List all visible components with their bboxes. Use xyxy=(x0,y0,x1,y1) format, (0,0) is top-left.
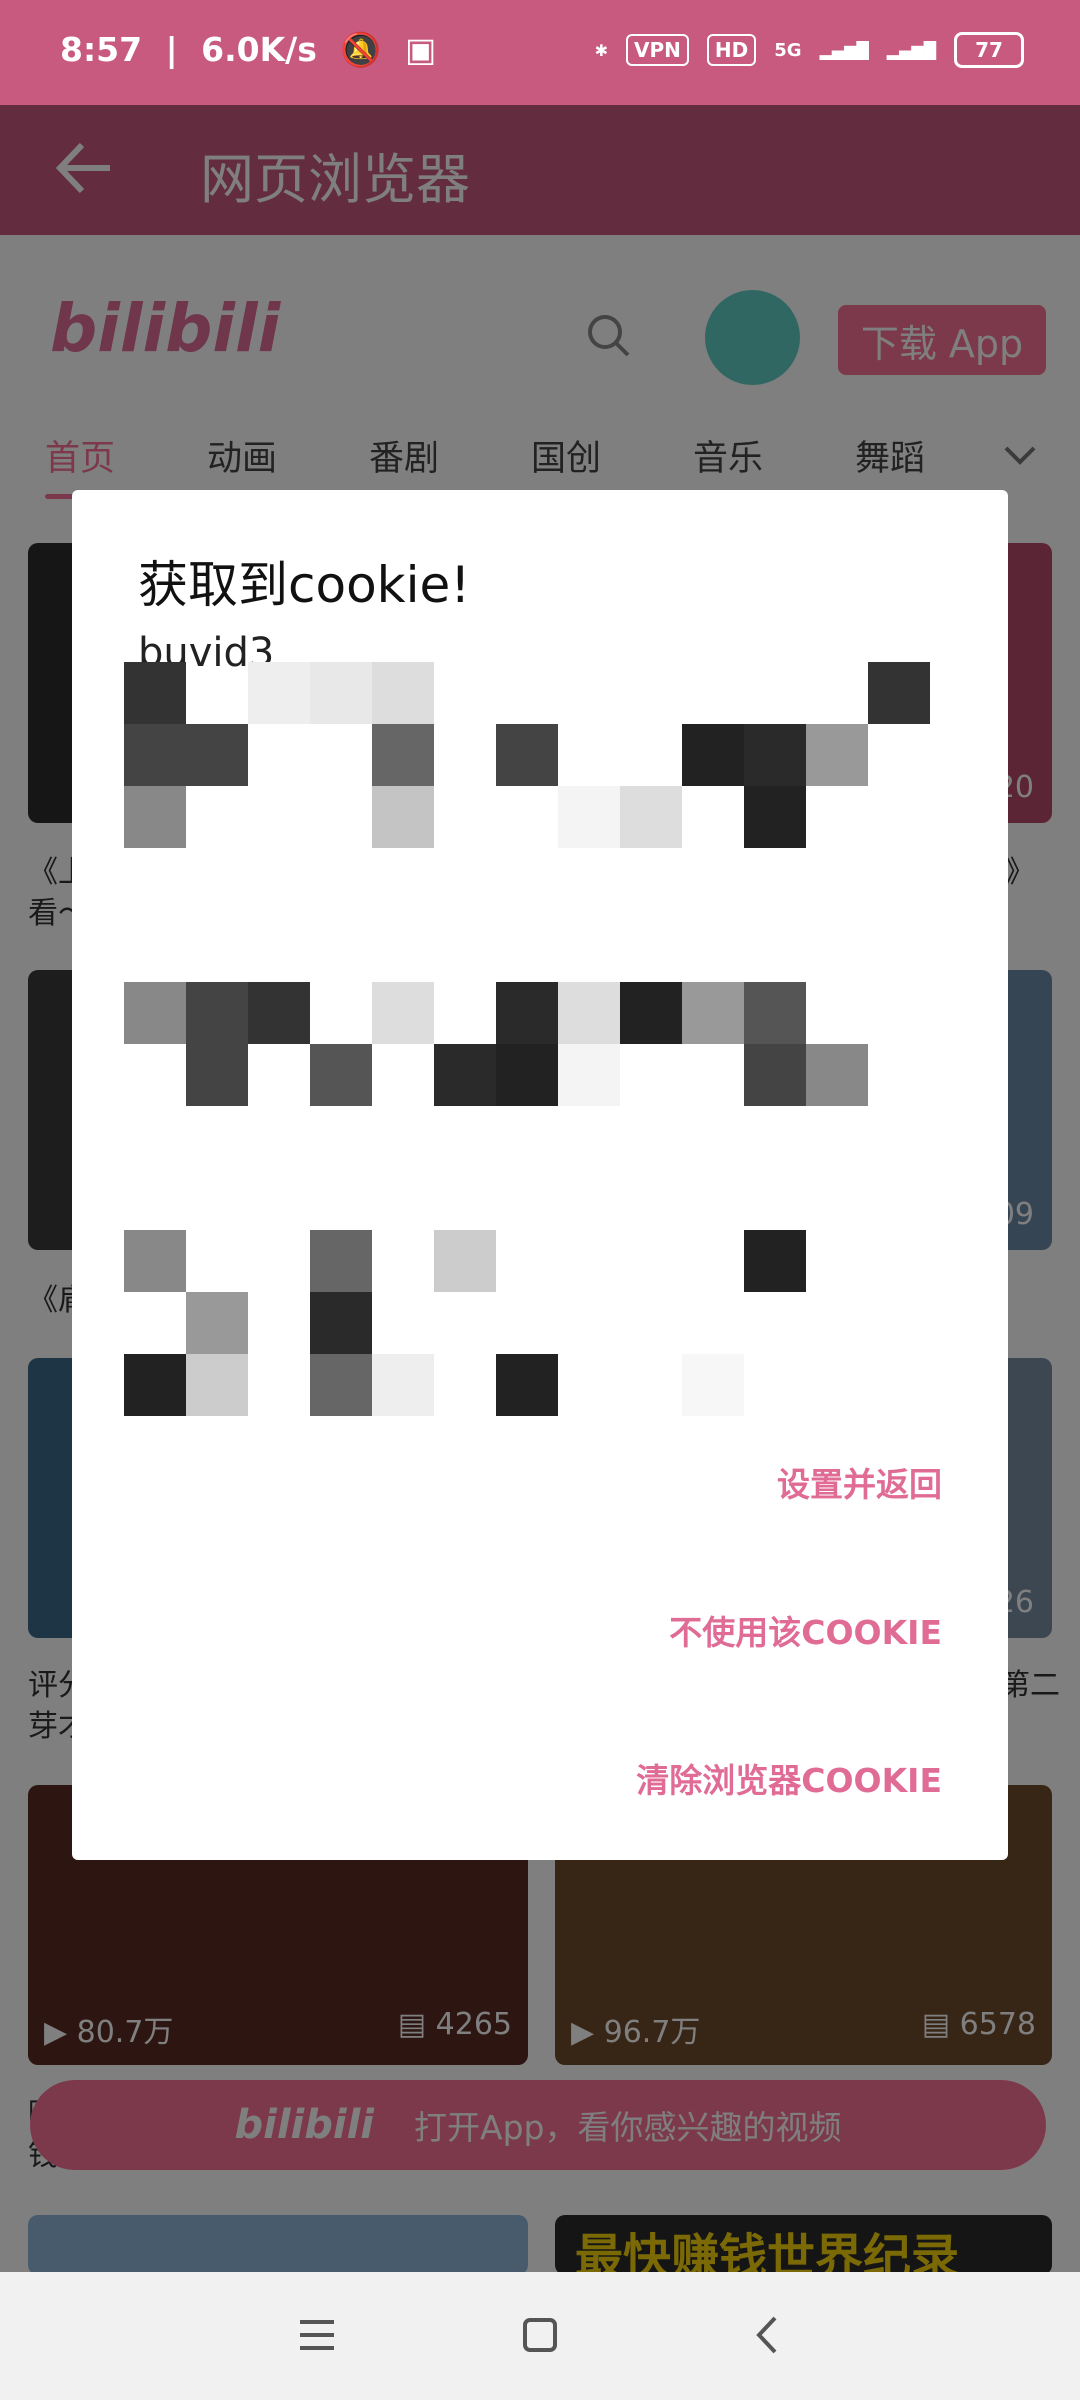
home-icon[interactable] xyxy=(517,2312,563,2358)
dialog-title: 获取到cookie! xyxy=(138,556,471,614)
signal-icon: ▂▄▆█ xyxy=(819,40,869,60)
status-right: ✱ VPN HD 5G ▂▄▆█ ▂▄▆█ 77 xyxy=(595,32,1024,68)
status-time: 8:57 xyxy=(60,30,143,69)
vpn-badge: VPN xyxy=(626,34,689,66)
status-left: 8:57 | 6.0K/s 🔕 ▣ xyxy=(60,30,437,69)
bluetooth-icon: ✱ xyxy=(594,40,609,60)
back-icon[interactable] xyxy=(745,2312,791,2358)
dont-use-cookie-button[interactable]: 不使用该COOKIE xyxy=(669,1606,942,1654)
clear-browser-cookie-button[interactable]: 清除浏览器COOKIE xyxy=(636,1754,942,1802)
menu-icon[interactable] xyxy=(294,2312,340,2358)
battery-indicator: 77 xyxy=(954,32,1024,68)
mute-icon: 🔕 xyxy=(340,30,382,69)
status-bar: 8:57 | 6.0K/s 🔕 ▣ ✱ VPN HD 5G ▂▄▆█ ▂▄▆█ … xyxy=(0,0,1080,105)
network-type: 5G xyxy=(774,39,802,61)
system-nav-bar xyxy=(0,2272,1080,2400)
cookie-dialog: 获取到cookie! buvid3 设置并返回 不使用该COOKIE 清除浏览器… xyxy=(72,490,1008,1860)
signal-icon-2: ▂▄▆█ xyxy=(886,40,936,60)
network-speed: 6.0K/s xyxy=(201,30,317,69)
set-and-return-button[interactable]: 设置并返回 xyxy=(777,1458,942,1506)
hd-badge: HD xyxy=(706,34,757,66)
app-notification-icon: ▣ xyxy=(404,30,437,69)
